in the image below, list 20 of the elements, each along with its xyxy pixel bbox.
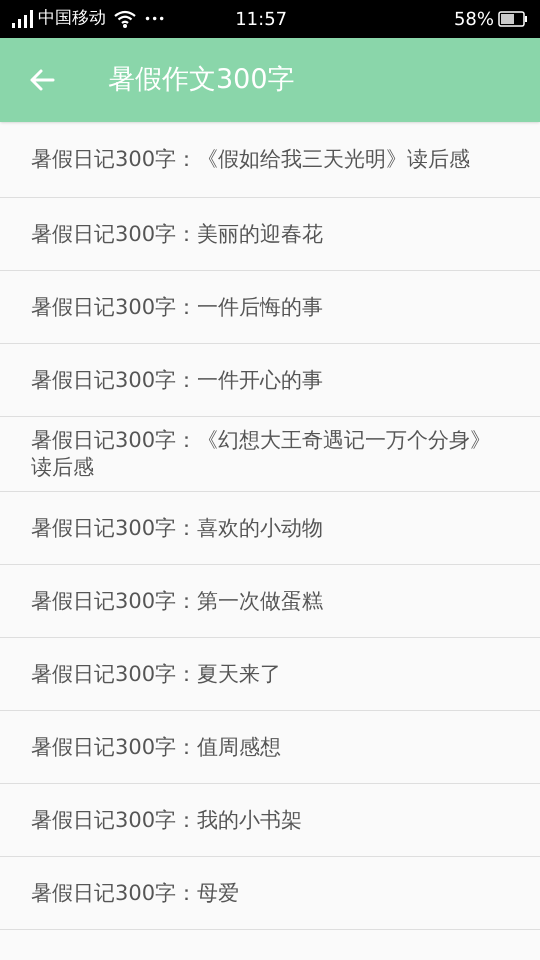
more-indicator: ••• [144,11,166,28]
page-title: 暑假作文300字 [108,62,295,97]
article-list-item[interactable]: 暑假日记300字：一件后悔的事 [0,271,540,344]
article-list-item[interactable]: 暑假日记300字：夏天来了 [0,638,540,711]
battery-percent: 58% [454,8,494,32]
back-arrow-icon [29,68,55,92]
signal-icon [12,10,34,28]
clock: 11:57 [235,8,288,32]
article-list-item[interactable]: 暑假日记300字：母爱 [0,857,540,930]
article-list-item[interactable]: 暑假日记300字：喜欢的小动物 [0,492,540,565]
article-list-item[interactable]: 暑假日记300字：《幻想大王奇遇记一万个分身》读后感 [0,417,540,492]
carrier-name: 中国移动 [38,7,106,30]
article-list-item[interactable]: 暑假日记300字：美丽的迎春花 [0,198,540,271]
article-list-item[interactable]: 暑假日记300字：值周感想 [0,711,540,784]
article-list-item[interactable]: 暑假日记300字：《假如给我三天光明》读后感 [0,122,540,198]
battery-icon [498,11,528,27]
article-list-item[interactable]: 暑假日记300字：我的小书架 [0,784,540,857]
article-list-item[interactable]: 暑假日记300字：一件开心的事 [0,344,540,417]
wifi-icon [114,10,136,28]
article-list-item[interactable]: 暑假日记300字：第一次做蛋糕 [0,565,540,638]
